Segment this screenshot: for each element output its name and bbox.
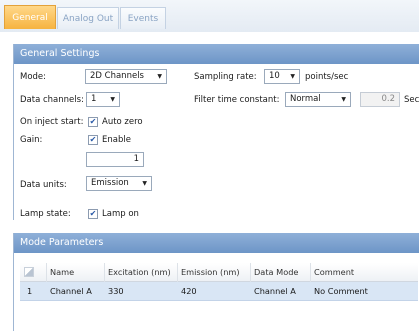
lamp-state-label: Lamp state: — [20, 209, 71, 219]
cell-emission[interactable]: 420 — [177, 282, 250, 301]
general-settings-header: General Settings — [14, 44, 419, 64]
chevron-down-icon: ▼ — [157, 73, 162, 80]
general-settings-panel: General Settings Mode: 2D Channels ▼ Dat… — [13, 44, 419, 220]
row-index: 1 — [27, 286, 33, 296]
on-inject-label: On inject start: — [20, 117, 84, 127]
sampling-rate-select[interactable]: 10 ▼ — [264, 69, 300, 84]
gain-label: Gain: — [20, 135, 43, 145]
lamp-on-label: Lamp on — [102, 209, 139, 219]
filter-time-unit: Sec — [404, 95, 419, 105]
mode-select[interactable]: 2D Channels ▼ — [85, 69, 167, 84]
column-header-excitation[interactable]: Excitation (nm) — [104, 263, 177, 282]
chevron-down-icon: ▼ — [110, 96, 115, 103]
gain-input[interactable]: 1 — [86, 152, 144, 167]
data-units-select[interactable]: Emission ▼ — [86, 176, 152, 191]
data-channels-select[interactable]: 1 ▼ — [86, 92, 120, 107]
chevron-down-icon: ▼ — [341, 96, 346, 103]
table-row[interactable]: 1 Channel A 330 420 Channel A No Comment — [20, 282, 418, 301]
mode-value: 2D Channels — [90, 71, 144, 81]
filter-time-input[interactable]: 0.2 — [360, 92, 400, 107]
sampling-rate-unit: points/sec — [305, 72, 349, 82]
auto-zero-checkbox[interactable]: ✔ — [88, 117, 98, 127]
cell-comment[interactable]: No Comment — [310, 282, 418, 301]
cell-data-mode[interactable]: Channel A — [250, 282, 310, 301]
chevron-down-icon: ▼ — [290, 73, 295, 80]
column-header-emission[interactable]: Emission (nm) — [177, 263, 250, 282]
chevron-down-icon: ▼ — [142, 180, 147, 187]
select-all-corner-icon[interactable] — [24, 267, 34, 277]
enable-gain-checkbox[interactable]: ✔ — [88, 135, 98, 145]
filter-time-constant-select[interactable]: Normal ▼ — [285, 92, 351, 107]
mode-parameters-grid: Name Excitation (nm) Emission (nm) Data … — [20, 263, 418, 301]
cell-excitation[interactable]: 330 — [104, 282, 177, 301]
column-header-data-mode[interactable]: Data Mode — [250, 263, 310, 282]
tab-events[interactable]: Events — [120, 7, 166, 29]
tab-analog-out[interactable]: Analog Out — [57, 7, 119, 29]
cell-name[interactable]: Channel A — [46, 282, 104, 301]
lamp-on-checkbox[interactable]: ✔ — [88, 209, 98, 219]
data-units-value: Emission — [91, 178, 129, 188]
column-header-comment[interactable]: Comment — [310, 263, 418, 282]
filter-time-constant-label: Filter time constant: — [194, 95, 280, 105]
enable-label: Enable — [102, 135, 131, 145]
data-channels-value: 1 — [91, 94, 97, 104]
auto-zero-label: Auto zero — [102, 117, 143, 127]
tab-general[interactable]: General — [4, 5, 56, 29]
data-units-label: Data units: — [20, 180, 67, 190]
data-channels-label: Data channels: — [20, 95, 84, 105]
mode-parameters-panel: Mode Parameters Name Excitation (nm) Emi… — [13, 233, 419, 331]
sampling-rate-value: 10 — [269, 71, 280, 81]
mode-label: Mode: — [20, 72, 47, 82]
grid-header-row: Name Excitation (nm) Emission (nm) Data … — [20, 263, 418, 282]
mode-parameters-header: Mode Parameters — [14, 233, 419, 253]
sampling-rate-label: Sampling rate: — [194, 72, 257, 82]
column-header-name[interactable]: Name — [46, 263, 104, 282]
filter-time-constant-value: Normal — [290, 94, 321, 104]
tab-bar: General Analog Out Events — [0, 0, 419, 32]
